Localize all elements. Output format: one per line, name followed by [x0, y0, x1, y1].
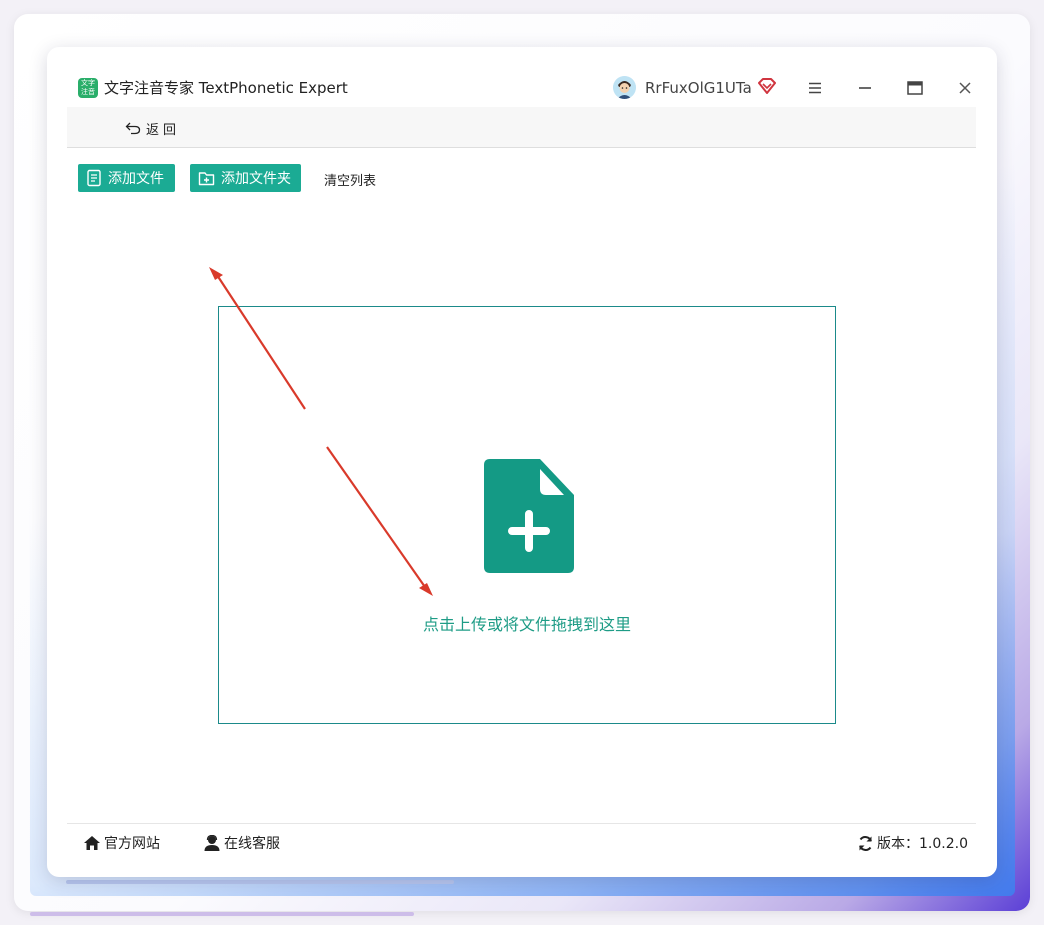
decor-strip: [66, 880, 454, 884]
file-plus-icon: [484, 459, 574, 573]
minimize-icon[interactable]: [854, 77, 876, 99]
user-headset-icon: [204, 835, 220, 851]
user-name[interactable]: RrFuxOlG1UTa: [645, 78, 752, 98]
document-list-icon: [87, 169, 101, 187]
footer-bar: 官方网站 在线客服 版本：1.0.2.0: [67, 823, 976, 862]
app-window: 文字 注音 文字注音专家 TextPhonetic Expert RrFuxOl…: [47, 47, 997, 877]
app-logo-icon: 文字 注音: [78, 78, 98, 98]
support-label: 在线客服: [224, 836, 280, 852]
close-icon[interactable]: [954, 77, 976, 99]
website-link[interactable]: 官方网站: [83, 833, 160, 853]
dropzone-text: 点击上传或将文件拖拽到这里: [422, 615, 631, 634]
add-file-label: 添加文件: [108, 171, 164, 187]
avatar-icon[interactable]: [613, 76, 636, 99]
add-folder-button[interactable]: 添加文件夹: [190, 164, 301, 192]
website-label: 官方网站: [104, 836, 160, 852]
back-label: 返回: [146, 122, 181, 138]
refresh-icon: [859, 835, 872, 851]
home-icon: [84, 836, 100, 850]
folder-plus-icon: [198, 171, 215, 185]
app-title: 文字注音专家 TextPhonetic Expert: [104, 79, 348, 97]
add-folder-label: 添加文件夹: [221, 171, 291, 187]
version-label: 版本：1.0.2.0: [877, 836, 968, 852]
app-logo-text: 文字 注音: [81, 79, 95, 96]
file-dropzone[interactable]: 点击上传或将文件拖拽到这里: [218, 306, 836, 724]
back-button[interactable]: 返回: [125, 119, 181, 138]
version-info[interactable]: 版本：1.0.2.0: [857, 833, 968, 853]
diamond-icon[interactable]: [758, 78, 776, 94]
hamburger-icon[interactable]: [804, 77, 826, 99]
support-link[interactable]: 在线客服: [203, 833, 280, 853]
title-bar: 文字 注音 文字注音专家 TextPhonetic Expert RrFuxOl…: [47, 47, 997, 107]
undo-arrow-icon: [125, 122, 141, 135]
clear-list-button[interactable]: 清空列表: [324, 170, 376, 189]
add-file-button[interactable]: 添加文件: [78, 164, 175, 192]
nav-bar: 返回: [67, 107, 976, 148]
decor-strip: [30, 912, 414, 916]
toolbar: 添加文件 添加文件夹 清空列表: [78, 164, 678, 192]
maximize-icon[interactable]: [904, 77, 926, 99]
